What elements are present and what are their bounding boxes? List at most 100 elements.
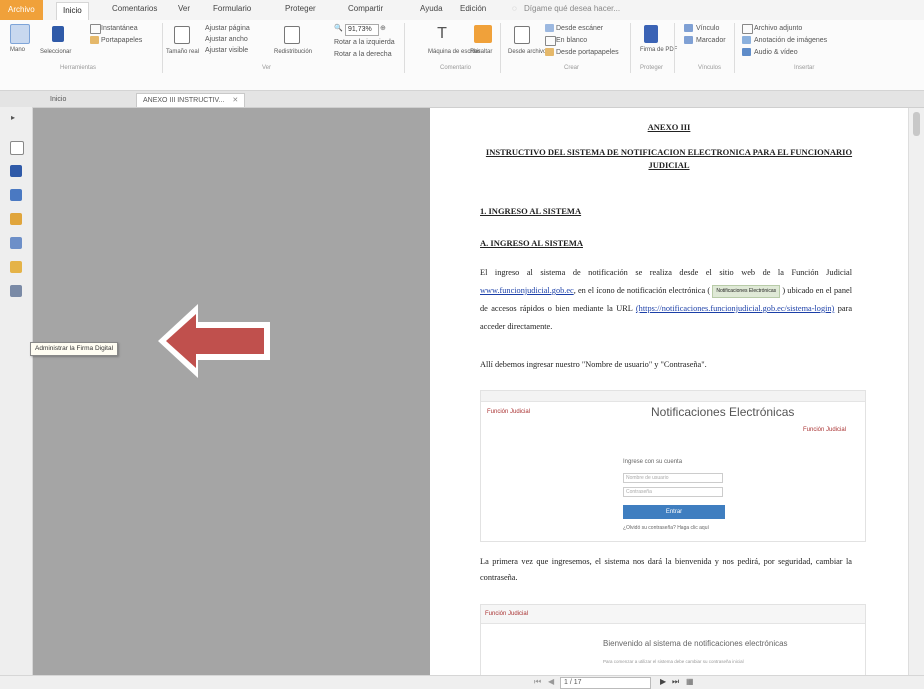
menu-formulario[interactable]: Formulario [213,4,251,13]
ribbon-separator [734,23,735,73]
first-page-icon[interactable]: ⏮ [534,677,541,687]
pdf-sign-icon[interactable] [644,25,658,43]
fit-visible-label[interactable]: Ajustar visible [205,46,248,55]
link-label[interactable]: Vínculo [696,24,719,33]
highlight-label[interactable]: Resaltar [470,48,492,57]
red-arrow-icon [158,304,270,378]
snapshot-icon[interactable] [90,24,101,34]
menu-compartir[interactable]: Compartir [348,4,383,13]
audio-video-icon[interactable] [742,48,751,56]
group-vinculos: Vínculos [698,65,722,71]
reflow-icon[interactable] [284,26,300,44]
prev-page-icon[interactable]: ◀ [548,677,554,686]
document-title: INSTRUCTIVO DEL SISTEMA DE NOTIFICACION … [485,147,853,170]
next-page-icon[interactable]: ▶ [660,677,666,686]
blank-label[interactable]: En blanco [556,36,587,45]
blank-page-icon[interactable] [545,36,556,46]
anexo-heading: ANEXO III [647,122,691,132]
notification-shortcut-image: Notificaciones Electrónicas [712,284,781,298]
menu-file[interactable]: Archivo [0,0,43,20]
from-scanner-label[interactable]: Desde escáner [556,24,603,33]
snapshot-label[interactable]: Instantánea [101,24,138,33]
paragraph-ingreso: El ingreso al sistema de notificación se… [480,264,852,336]
menu-inicio[interactable]: Inicio [56,2,89,21]
login-heading: Notificaciones Electrónicas [651,405,795,419]
funcion-judicial-logo-small: Función Judicial [485,611,529,617]
attachment-icon[interactable] [10,237,22,249]
reflow-label[interactable]: Redistribución [274,48,312,57]
audio-video-label[interactable]: Audio & vídeo [754,48,798,57]
comments-icon[interactable] [10,213,22,225]
last-page-icon[interactable]: ⏭ [672,677,679,687]
hand-icon[interactable] [10,141,24,155]
tooltip: Administrar la Firma Digital [30,342,119,356]
rotate-left-label[interactable]: Rotar a la izquierda [334,38,395,47]
funcion-judicial-link[interactable]: www.funcionjudicial.gob.ec [480,286,574,295]
close-tab-icon[interactable]: ✕ [232,97,238,104]
layers-icon[interactable] [10,189,22,201]
page-number-input[interactable]: 1 / 17 [560,677,651,689]
lock-icon[interactable] [10,261,22,273]
from-clipboard-icon[interactable] [545,48,554,56]
highlight-icon[interactable] [474,25,492,43]
menu-comentarios[interactable]: Comentarios [112,4,157,13]
scanner-icon[interactable] [545,24,554,32]
bookmark-label[interactable]: Marcador [696,36,726,45]
group-ver: Ver [262,65,272,71]
notification-url-link[interactable]: (https://notificaciones.funcionjudicial.… [636,304,834,313]
actual-size-label[interactable]: Tamaño real [166,48,199,57]
actual-size-icon[interactable] [174,26,190,44]
image-annotation-label[interactable]: Anotación de imágenes [754,36,827,45]
ribbon-separator [162,23,163,73]
rotate-right-label[interactable]: Rotar a la derecha [334,50,392,59]
document-canvas [33,108,430,675]
pdf-sign-label[interactable]: Firma de PDF [640,46,677,55]
paragraph-credentials: Allí debemos ingresar nuestro "Nombre de… [480,360,707,369]
clipboard-icon[interactable] [90,36,99,44]
scrollbar-thumb[interactable] [913,112,920,136]
file-attachment-label[interactable]: Archivo adjunto [754,24,802,33]
welcome-screenshot: Función Judicial Bienvenido al sistema d… [480,604,866,676]
document-tab-bar: Inicio ANEXO III INSTRUCTIV... ✕ [0,91,924,108]
menu-ayuda[interactable]: Ayuda [420,4,443,13]
vertical-scrollbar[interactable] [908,108,924,675]
attachment-icon[interactable] [742,24,753,34]
tab-document[interactable]: ANEXO III INSTRUCTIV... ✕ [136,93,246,107]
login-screenshot: Función Judicial Notificaciones Electrón… [480,390,866,542]
group-proteger: Proteger [640,65,664,71]
zoom-icon[interactable]: 🔍 [334,24,343,33]
zoom-select[interactable]: 91,73% [345,24,379,36]
menu-ver[interactable]: Ver [178,4,190,13]
login-box-title: Ingrese con su cuenta [623,459,683,465]
tab-inicio[interactable]: Inicio [44,93,72,106]
menu-proteger[interactable]: Proteger [285,4,316,13]
welcome-text: Bienvenido al sistema de notificaciones … [603,639,788,648]
digital-signature-icon[interactable] [10,285,22,297]
from-file-icon[interactable] [514,26,530,44]
from-file-label[interactable]: Desde archivo [508,48,546,57]
fit-page-label[interactable]: Ajustar página [205,24,250,33]
tell-me-search[interactable]: Dígame qué desea hacer... [524,4,620,13]
from-clipboard-label[interactable]: Desde portapapeles [556,48,619,57]
expand-panel-icon[interactable]: ▸ [11,113,19,122]
zoom-in-icon[interactable]: ⊕ [380,24,386,33]
clipboard-label[interactable]: Portapapeles [101,36,142,45]
pages-icon[interactable] [10,165,22,177]
funcion-judicial-logo: Función Judicial [487,409,531,415]
typewriter-icon[interactable]: T [436,26,448,42]
group-herramientas: Herramientas [60,65,97,71]
hand-tool-label[interactable]: Mano [10,46,25,55]
image-annotation-icon[interactable] [742,36,751,44]
page-view-icon[interactable]: ▦ [686,677,694,686]
document-page: ANEXO III INSTRUCTIVO DEL SISTEMA DE NOT… [430,108,908,676]
select-tool-label[interactable]: Seleccionar [40,48,71,57]
ribbon-separator [404,23,405,73]
paragraph-first-login: La primera vez que ingresemos, el sistem… [480,557,852,582]
hand-tool-icon[interactable] [10,24,30,44]
fit-width-label[interactable]: Ajustar ancho [205,35,248,44]
menu-edicion[interactable]: Edición [460,4,486,13]
link-icon[interactable] [684,24,693,32]
typewriter-label[interactable]: Máquina de escribir [428,48,480,57]
bookmark-icon[interactable] [684,36,693,44]
select-cursor-icon[interactable] [52,26,64,42]
